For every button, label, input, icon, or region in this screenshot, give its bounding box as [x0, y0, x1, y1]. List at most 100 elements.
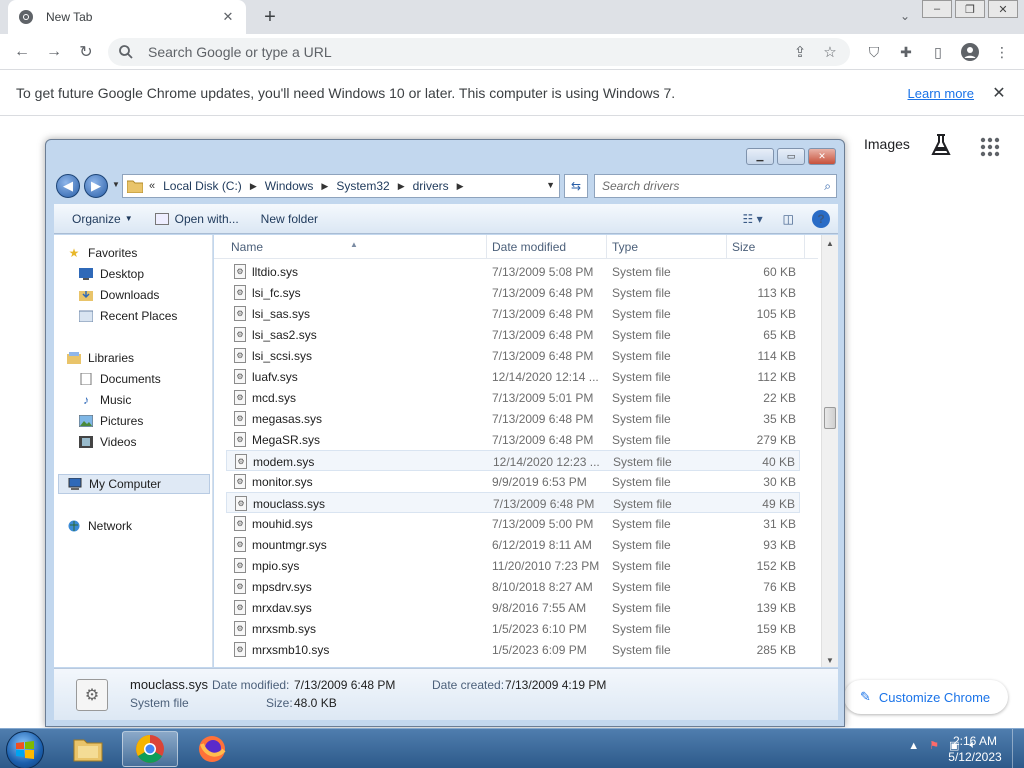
breadcrumb-drivers[interactable]: drivers: [413, 179, 449, 193]
file-row[interactable]: ⚙ lsi_fc.sys 7/13/2009 6:48 PM System file 1…: [226, 282, 800, 303]
taskbar-firefox-app[interactable]: [184, 731, 240, 767]
nav-network[interactable]: Network: [66, 516, 224, 536]
column-type[interactable]: Type: [612, 240, 638, 254]
nav-my-computer[interactable]: My Computer: [58, 474, 210, 494]
infobar-close-icon[interactable]: ✕: [990, 83, 1008, 103]
address-breadcrumb[interactable]: « Local Disk (C:) ▶ Windows ▶ System32 ▶…: [122, 174, 560, 198]
scroll-up-icon[interactable]: ▲: [826, 239, 834, 248]
file-row[interactable]: ⚙ mouclass.sys 7/13/2009 6:48 PM System fil…: [226, 492, 800, 513]
breadcrumb-overflow[interactable]: «: [149, 180, 155, 192]
nav-documents[interactable]: Documents: [78, 369, 236, 389]
share-icon[interactable]: ⇪: [790, 42, 810, 62]
file-row[interactable]: ⚙ mrxdav.sys 9/8/2016 7:55 AM System file 13…: [226, 597, 800, 618]
chrome-menu-icon[interactable]: ⋮: [992, 42, 1012, 62]
recent-pages-dropdown-icon[interactable]: ▼: [112, 180, 120, 189]
magnifier-icon[interactable]: ⌕: [824, 179, 831, 194]
breadcrumb-separator-icon[interactable]: ▶: [321, 181, 328, 192]
breadcrumb-separator-icon[interactable]: ▶: [398, 181, 405, 192]
action-center-flag-icon[interactable]: ⚑: [929, 739, 939, 752]
file-row[interactable]: ⚙ mpio.sys 11/20/2010 7:23 PM System file 15…: [226, 555, 800, 576]
file-row[interactable]: ⚙ mrxsmb10.sys 1/5/2023 6:09 PM System file…: [226, 639, 800, 660]
file-row[interactable]: ⚙ modem.sys 12/14/2020 12:23 ... System fil…: [226, 450, 800, 471]
explorer-maximize-button[interactable]: ▭: [777, 148, 805, 165]
explorer-close-button[interactable]: ✕: [808, 148, 836, 165]
taskbar-chrome-app[interactable]: [122, 731, 178, 767]
taskbar-clock[interactable]: 2:16 AM 5/12/2023: [940, 733, 1010, 765]
forward-arrow-icon[interactable]: →: [42, 40, 66, 64]
new-folder-button[interactable]: New folder: [261, 212, 318, 226]
nav-recent-places[interactable]: Recent Places: [78, 306, 236, 326]
nav-favorites[interactable]: ★ Favorites: [66, 243, 224, 263]
vertical-scrollbar[interactable]: ▲ ▼: [821, 235, 838, 667]
nav-music[interactable]: ♪ Music: [78, 390, 236, 410]
file-row[interactable]: ⚙ lsi_sas.sys 7/13/2009 6:48 PM System file…: [226, 303, 800, 324]
column-date-modified[interactable]: Date modified: [492, 240, 566, 254]
profile-avatar-icon[interactable]: [960, 42, 980, 62]
scroll-down-icon[interactable]: ▼: [826, 656, 834, 665]
nav-downloads[interactable]: Downloads: [78, 285, 236, 305]
file-row[interactable]: ⚙ mountmgr.sys 6/12/2019 8:11 AM System fil…: [226, 534, 800, 555]
new-tab-button[interactable]: +: [258, 5, 282, 29]
taskbar-explorer-app[interactable]: [60, 731, 116, 767]
start-button[interactable]: [6, 731, 44, 768]
labs-flask-icon[interactable]: [930, 133, 952, 160]
column-size[interactable]: Size: [732, 240, 755, 254]
file-row[interactable]: ⚙ monitor.sys 9/9/2019 6:53 PM System file 3…: [226, 471, 800, 492]
column-header-row: ▲ Name Date modified Type Size: [214, 235, 818, 259]
nav-pictures[interactable]: Pictures: [78, 411, 236, 431]
file-row[interactable]: ⚙ MegaSR.sys 7/13/2009 6:48 PM System file 2…: [226, 429, 800, 450]
bookmark-star-icon[interactable]: ☆: [820, 42, 840, 62]
learn-more-link[interactable]: Learn more: [908, 86, 974, 101]
shield-extension-icon[interactable]: ⛉: [864, 42, 884, 62]
nav-libraries[interactable]: Libraries: [66, 348, 224, 368]
reload-icon[interactable]: ↻: [74, 40, 98, 64]
explorer-minimize-button[interactable]: ▁: [746, 148, 774, 165]
file-row[interactable]: ⚙ mpsdrv.sys 8/10/2018 8:27 AM System file 7…: [226, 576, 800, 597]
extensions-puzzle-icon[interactable]: ✚: [896, 42, 916, 62]
explorer-title-bar[interactable]: ▁ ▭ ✕: [46, 140, 844, 172]
file-row[interactable]: ⚙ lsi_scsi.sys 7/13/2009 6:48 PM System fil…: [226, 345, 800, 366]
breadcrumb-windows[interactable]: Windows: [265, 179, 314, 193]
nav-videos[interactable]: Videos: [78, 432, 236, 452]
breadcrumb-separator-icon[interactable]: ▶: [457, 181, 464, 192]
scrollbar-thumb[interactable]: [824, 407, 836, 429]
breadcrumb-separator-icon[interactable]: ▶: [250, 181, 257, 192]
images-link[interactable]: Images: [864, 136, 910, 152]
breadcrumb-local-disk[interactable]: Local Disk (C:): [163, 179, 242, 193]
back-arrow-icon[interactable]: ←: [10, 40, 34, 64]
search-drivers-input[interactable]: Search drivers ⌕: [594, 174, 837, 198]
show-hidden-icons-icon[interactable]: ▲: [908, 740, 919, 752]
preview-pane-icon[interactable]: ◫: [783, 212, 794, 226]
tab-close-icon[interactable]: ✕: [220, 9, 236, 25]
side-panel-icon[interactable]: ▯: [928, 42, 948, 62]
restore-button[interactable]: ❐: [955, 0, 985, 18]
organize-label: Organize: [72, 211, 121, 226]
show-desktop-button[interactable]: [1012, 729, 1024, 768]
omnibox[interactable]: Search Google or type a URL ⇪ ☆: [108, 38, 850, 66]
file-row[interactable]: ⚙ lsi_sas2.sys 7/13/2009 6:48 PM System fil…: [226, 324, 800, 345]
refresh-icon[interactable]: ⇆: [564, 174, 588, 198]
close-window-button[interactable]: ✕: [988, 0, 1018, 18]
tab-search-chevron-icon[interactable]: ⌄: [896, 6, 914, 26]
address-dropdown-icon[interactable]: ▼: [546, 180, 555, 190]
file-row[interactable]: ⚙ mrxsmb.sys 1/5/2023 6:10 PM System file 15…: [226, 618, 800, 639]
file-row[interactable]: ⚙ luafv.sys 12/14/2020 12:14 ... System fil…: [226, 366, 800, 387]
explorer-forward-icon[interactable]: ▶: [84, 174, 108, 198]
tab-new-tab[interactable]: New Tab ✕: [8, 0, 246, 34]
file-row[interactable]: ⚙ mouhid.sys 7/13/2009 5:00 PM System file 3…: [226, 513, 800, 534]
nav-desktop[interactable]: Desktop: [78, 264, 236, 284]
breadcrumb-system32[interactable]: System32: [336, 179, 389, 193]
open-with-button[interactable]: Open with...: [154, 212, 239, 226]
apps-grid-icon[interactable]: [980, 137, 1000, 160]
change-view-icon[interactable]: ☷ ▾: [743, 212, 763, 226]
file-row[interactable]: ⚙ megasas.sys 7/13/2009 6:48 PM System file…: [226, 408, 800, 429]
file-row[interactable]: ⚙ lltdio.sys 7/13/2009 5:08 PM System file 6…: [226, 261, 800, 282]
file-row[interactable]: ⚙ mcd.sys 7/13/2009 5:01 PM System file 22 K…: [226, 387, 800, 408]
explorer-back-icon[interactable]: ◀: [56, 174, 80, 198]
customize-chrome-button[interactable]: ✎ Customize Chrome: [844, 680, 1008, 714]
help-icon[interactable]: ?: [812, 210, 830, 228]
minimize-button[interactable]: –: [922, 0, 952, 18]
column-name[interactable]: Name: [231, 240, 263, 254]
organize-menu[interactable]: Organize ▼: [72, 212, 133, 226]
nav-label: Music: [100, 393, 132, 407]
